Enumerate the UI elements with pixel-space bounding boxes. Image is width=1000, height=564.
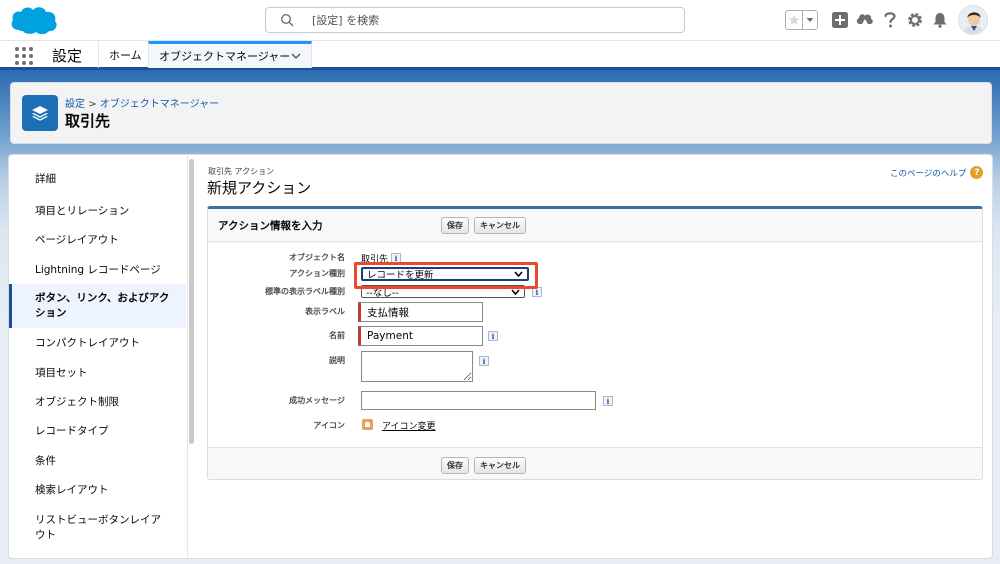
action-type-label: アクション種別 (289, 269, 345, 278)
favorites-dropdown-icon[interactable] (803, 11, 817, 29)
info-icon[interactable]: i (488, 331, 498, 341)
display-label-input[interactable] (358, 302, 483, 322)
sidebar-item-label: 詳細 (35, 173, 56, 185)
breadcrumb-object-manager-link[interactable]: オブジェクトマネージャー (100, 99, 219, 110)
salesforce-logo[interactable] (9, 4, 59, 37)
content-card: 詳細 項目とリレーション ページレイアウト Lightning レコードページ … (8, 154, 993, 559)
sidebar-item-label: 条件 (35, 454, 56, 467)
sidebar-item-record-types[interactable]: レコードタイプ (9, 422, 186, 440)
change-icon-link[interactable]: アイコン変更 (382, 419, 436, 432)
description-label: 説明 (329, 356, 345, 365)
chevron-down-icon (511, 288, 520, 295)
sidebar-item-label: コンパクトレイアウト (35, 336, 140, 349)
display-label-label: 表示ラベル (305, 307, 345, 316)
global-search[interactable] (265, 7, 685, 33)
app-launcher-icon[interactable] (15, 47, 33, 65)
main-area: 取引先 アクション 新規アクション このページのヘルプ ? アクション情報を入力… (197, 155, 992, 558)
save-button-bottom[interactable]: 保存 (441, 457, 469, 474)
sidebar-item-label: ページレイアウト (35, 233, 119, 246)
sidebar-item-page-layouts[interactable]: ページレイアウト (9, 231, 186, 249)
search-icon (280, 13, 294, 27)
header-utility-icons (785, 8, 955, 32)
object-name-label: オブジェクト名 (289, 253, 345, 262)
sidebar-item-conditions[interactable]: 条件 (9, 452, 186, 470)
setup-gear-icon[interactable] (905, 10, 925, 30)
breadcrumb-setup-link[interactable]: 設定 (65, 99, 85, 110)
global-header (0, 0, 1000, 40)
breadcrumb: 設定 > オブジェクトマネージャー (65, 95, 219, 110)
sidebar-item-field-sets[interactable]: 項目セット (9, 364, 186, 382)
sidebar-item-details[interactable]: 詳細 (9, 172, 186, 187)
tab-object-manager-label: オブジェクトマネージャー (159, 50, 291, 63)
help-question-icon: ? (970, 166, 984, 179)
user-avatar[interactable] (958, 5, 988, 35)
chevron-down-icon[interactable] (291, 53, 301, 59)
tab-home-label: ホーム (109, 48, 142, 62)
sidebar-item-label: ボタン、リンク、およびアクション (35, 292, 170, 319)
panel-footer: 保存 キャンセル (208, 449, 982, 481)
tab-home[interactable]: ホーム (98, 41, 152, 68)
favorite-star-icon[interactable] (786, 11, 803, 29)
search-input[interactable] (312, 13, 652, 27)
sidebar-item-label: 項目とリレーション (35, 204, 130, 217)
success-message-label: 成功メッセージ (289, 396, 345, 405)
sidebar-item-fields-relationships[interactable]: 項目とリレーション (9, 202, 186, 220)
icon-label: アイコン (313, 421, 345, 430)
trailhead-icon[interactable] (855, 10, 875, 30)
description-textarea[interactable] (361, 351, 473, 382)
app-navigation-bar: 設定 ホーム オブジェクトマネージャー (0, 40, 1000, 70)
sidebar-item-label: オブジェクト制限 (35, 395, 119, 408)
standard-label-type-label: 標準の表示ラベル種別 (265, 287, 345, 296)
notifications-bell-icon[interactable] (930, 10, 950, 30)
sidebar-item-label: 項目セット (35, 366, 88, 379)
success-message-input[interactable] (361, 391, 596, 410)
sidebar-item-object-limits[interactable]: オブジェクト制限 (9, 393, 186, 411)
app-name: 設定 (52, 47, 83, 65)
breadcrumb-separator: > (88, 99, 97, 110)
favorites-group (785, 10, 818, 30)
info-icon[interactable]: i (603, 396, 613, 406)
panel-title: アクション情報を入力 (218, 220, 323, 232)
name-input[interactable] (358, 326, 483, 346)
page-header: 設定 > オブジェクトマネージャー 取引先 (10, 82, 992, 144)
help-icon[interactable] (880, 10, 900, 30)
page-pre-title: 取引先 アクション (208, 167, 275, 176)
global-create-icon[interactable] (830, 10, 850, 30)
help-link-label: このページのヘルプ (890, 168, 967, 179)
cancel-button-bottom[interactable]: キャンセル (474, 457, 526, 474)
sidebar-item-lightning-record-pages[interactable]: Lightning レコードページ (9, 261, 186, 279)
sidebar-item-search-layouts[interactable]: 検索レイアウト (9, 481, 186, 499)
panel-body: オブジェクト名 取引先 i アクション種別 レコードを更新 標準の表示ラベル種別… (208, 243, 982, 448)
object-sidebar: 詳細 項目とリレーション ページレイアウト Lightning レコードページ … (9, 155, 186, 558)
sidebar-item-label: レコードタイプ (35, 424, 109, 437)
object-layers-icon (22, 95, 58, 131)
main-title: 新規アクション (207, 179, 312, 197)
page-title: 取引先 (65, 112, 111, 130)
action-thumbnail-icon (362, 419, 373, 430)
name-label: 名前 (329, 331, 345, 340)
sidebar-item-label: リストビューボタンレイアウト (35, 514, 161, 541)
sidebar-item-label: 検索レイアウト (35, 483, 109, 496)
sidebar-item-compact-layouts[interactable]: コンパクトレイアウト (9, 334, 186, 352)
info-icon[interactable]: i (479, 356, 489, 366)
sidebar-item-buttons-links-actions[interactable]: ボタン、リンク、およびアクション (9, 284, 186, 328)
cancel-button[interactable]: キャンセル (474, 217, 526, 234)
highlight-annotation (354, 262, 538, 289)
panel-header: アクション情報を入力 保存 キャンセル (208, 209, 982, 242)
help-for-this-page-link[interactable]: このページのヘルプ ? (890, 166, 984, 179)
action-info-panel: アクション情報を入力 保存 キャンセル オブジェクト名 取引先 i アクション種… (207, 206, 983, 480)
sidebar-item-list-view-button-layout[interactable]: リストビューボタンレイアウト (9, 511, 186, 545)
save-button[interactable]: 保存 (441, 217, 469, 234)
sidebar-item-label: Lightning レコードページ (35, 263, 161, 276)
tab-object-manager[interactable]: オブジェクトマネージャー (148, 41, 312, 68)
sidebar-scrollbar-thumb[interactable] (189, 159, 194, 444)
